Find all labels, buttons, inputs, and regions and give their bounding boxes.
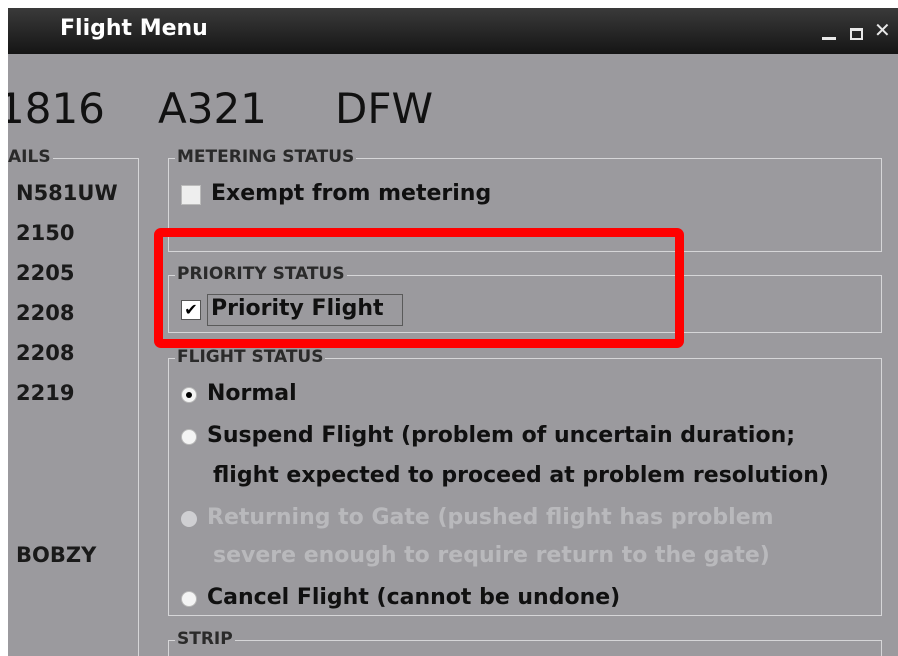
return-gate-option-label-2: severe enough to require return to the g… bbox=[213, 543, 770, 568]
flight-status-group: FLIGHT STATUS Normal Suspend Flight (pro… bbox=[168, 347, 882, 616]
detail-fix: BOBZY bbox=[16, 543, 97, 567]
strip-group: STRIP bbox=[168, 629, 882, 656]
cancel-radio[interactable] bbox=[181, 591, 197, 607]
exempt-metering-checkbox[interactable] bbox=[181, 185, 201, 205]
title-bar[interactable]: Flight Menu ✕ bbox=[8, 8, 898, 54]
minimize-button[interactable] bbox=[822, 37, 836, 40]
priority-highlight-box bbox=[154, 228, 684, 348]
detail-time-4: 2208 bbox=[16, 341, 75, 365]
suspend-option-label[interactable]: Suspend Flight (problem of uncertain dur… bbox=[207, 423, 795, 448]
detail-time-5: 2219 bbox=[16, 381, 75, 405]
details-label: AILS bbox=[8, 147, 53, 167]
detail-registration: N581UW bbox=[16, 181, 118, 205]
detail-time-1: 2150 bbox=[16, 221, 75, 245]
exempt-metering-label[interactable]: Exempt from metering bbox=[211, 181, 491, 206]
aircraft-type: A321 bbox=[158, 84, 267, 133]
detail-time-2: 2205 bbox=[16, 261, 75, 285]
flight-id: 1816 bbox=[8, 84, 105, 133]
return-gate-radio bbox=[181, 511, 197, 527]
suspend-radio[interactable] bbox=[181, 429, 197, 445]
destination: DFW bbox=[335, 84, 434, 133]
window-title: Flight Menu bbox=[60, 16, 208, 41]
detail-time-3: 2208 bbox=[16, 301, 75, 325]
normal-radio[interactable] bbox=[181, 387, 197, 403]
close-button[interactable]: ✕ bbox=[874, 20, 891, 40]
metering-status-label: METERING STATUS bbox=[175, 147, 357, 167]
details-panel: AILS N581UW 2150 2205 2208 2208 2219 BOB… bbox=[8, 147, 139, 656]
strip-label: STRIP bbox=[175, 629, 235, 649]
return-gate-option-label: Returning to Gate (pushed flight has pro… bbox=[207, 505, 774, 530]
flight-menu-window: Flight Menu ✕ 1816 A321 DFW AILS N581UW … bbox=[8, 8, 898, 656]
maximize-button[interactable] bbox=[850, 28, 863, 40]
cancel-option-label[interactable]: Cancel Flight (cannot be undone) bbox=[207, 585, 620, 610]
normal-option-label[interactable]: Normal bbox=[207, 381, 297, 406]
suspend-option-label-2[interactable]: flight expected to proceed at problem re… bbox=[213, 463, 829, 488]
flight-status-label: FLIGHT STATUS bbox=[175, 347, 326, 367]
